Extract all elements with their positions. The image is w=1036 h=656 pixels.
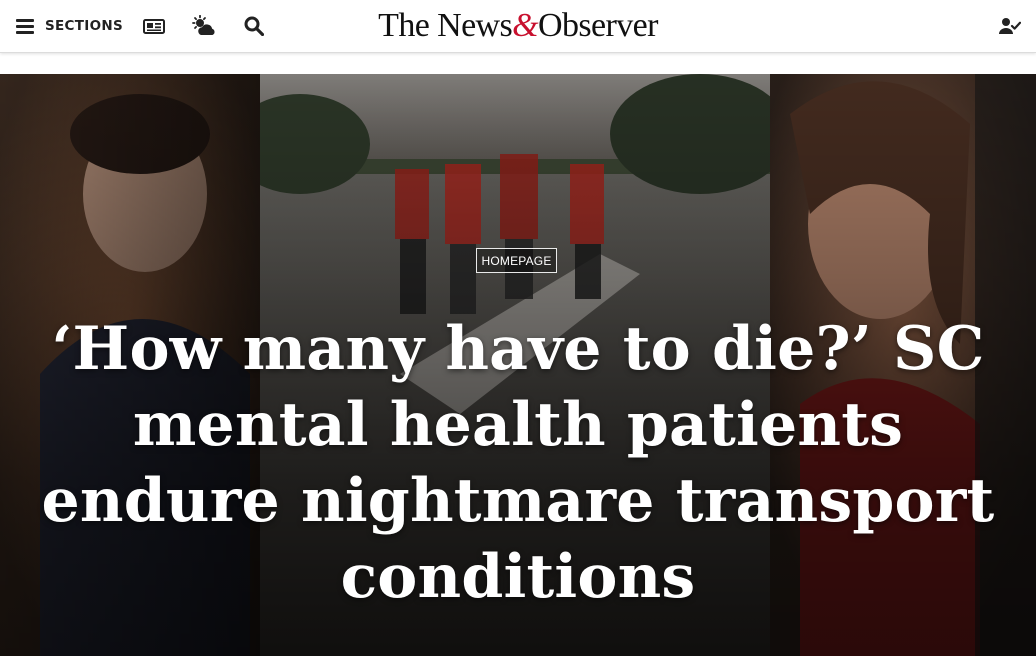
site-header: SECTIONS The News&Observer <box>0 0 1036 53</box>
logo-text-first: The News <box>378 7 513 44</box>
headline[interactable]: ‘How many have to die?’ SC mental health… <box>40 311 996 615</box>
header-spacer <box>0 53 1036 74</box>
account-button[interactable] <box>998 14 1022 38</box>
logo-text-second: Observer <box>538 7 658 44</box>
site-logo[interactable]: The News&Observer <box>0 6 1036 46</box>
section-badge[interactable]: HOMEPAGE <box>476 248 557 273</box>
account-icon <box>999 18 1021 34</box>
hero-story[interactable]: HOMEPAGE ‘How many have to die?’ SC ment… <box>0 74 1036 656</box>
logo-ampersand: & <box>512 7 539 44</box>
